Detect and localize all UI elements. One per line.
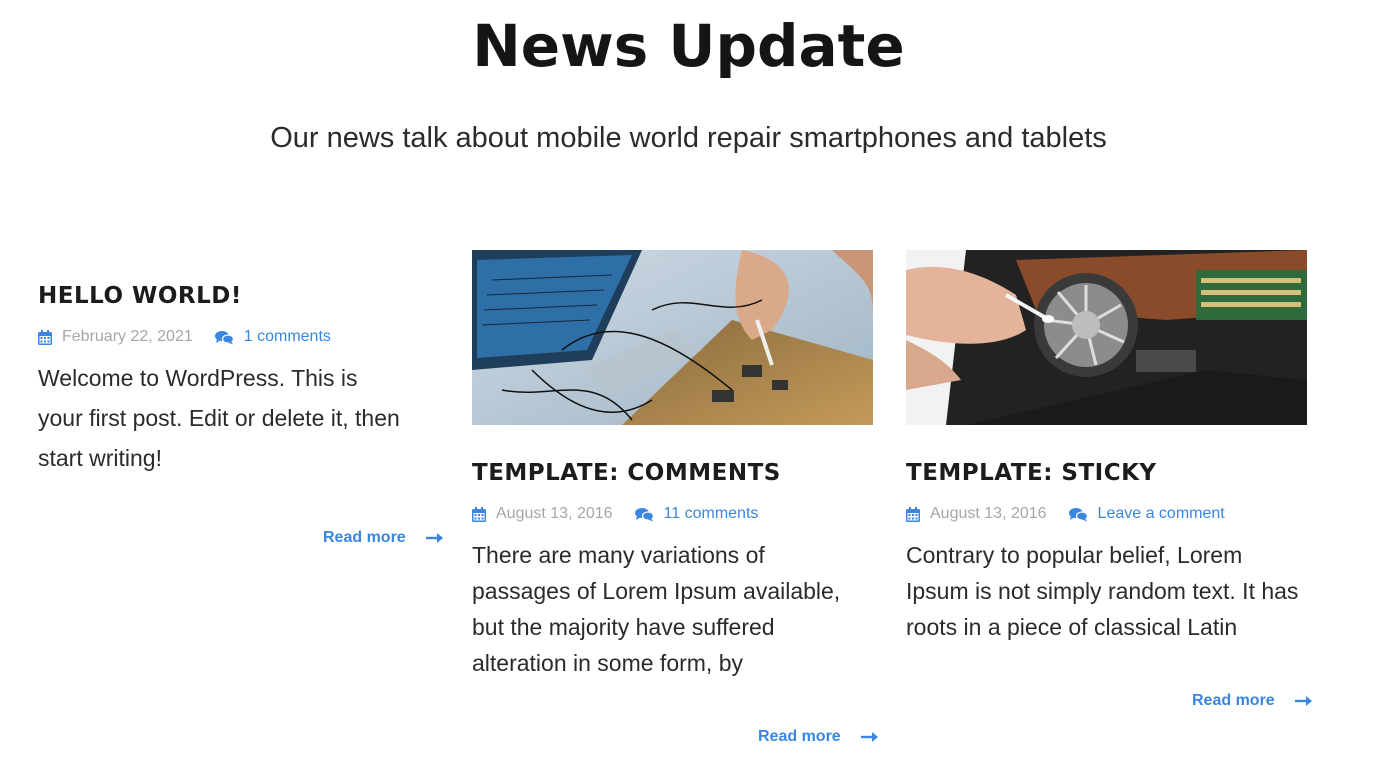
read-more-label: Read more [323,529,406,546]
post-meta: August 13, 2016 11 comments [472,503,873,525]
post-date: August 13, 2016 [496,505,613,522]
post-excerpt: Welcome to WordPress. This is your first… [38,365,400,471]
page-subtitle: Our news talk about mobile world repair … [270,122,1107,154]
post-meta: February 22, 2021 1 comments [38,326,418,348]
read-more-label: Read more [758,728,841,745]
post-thumbnail-image[interactable] [472,250,873,425]
read-more-link[interactable]: Read more [758,728,879,746]
post-date: February 22, 2021 [62,328,193,345]
post-date: August 13, 2016 [930,505,1047,522]
comments-icon [634,507,654,521]
post-excerpt: Contrary to popular belief, Lorem Ipsum … [906,542,1299,640]
read-more-link[interactable]: Read more [323,529,444,547]
arrow-right-icon [1294,696,1312,706]
calendar-icon [38,329,52,345]
post-card-hello-world: HELLO WORLD! February 22, 2021 1 comment… [38,281,418,478]
read-more-link[interactable]: Read more [1192,692,1313,710]
post-card-template-comments: TEMPLATE: COMMENTS August 13, 2016 11 co… [472,250,873,681]
post-title[interactable]: HELLO WORLD! [38,281,418,311]
page-title: News Update [472,12,905,80]
calendar-icon [472,506,486,522]
comments-link[interactable]: Leave a comment [1098,503,1225,525]
arrow-right-icon [425,533,443,543]
comments-icon [1068,507,1088,521]
post-title[interactable]: TEMPLATE: COMMENTS [472,458,873,488]
comments-icon [214,330,234,344]
post-thumbnail-image[interactable] [906,250,1307,425]
post-card-template-sticky: TEMPLATE: STICKY August 13, 2016 Leave a… [906,250,1307,645]
arrow-right-icon [860,732,878,742]
comments-link[interactable]: 11 comments [664,503,759,525]
comments-link[interactable]: 1 comments [244,326,331,348]
post-title[interactable]: TEMPLATE: STICKY [906,458,1307,488]
calendar-icon [906,506,920,522]
read-more-label: Read more [1192,692,1275,709]
post-excerpt: There are many variations of passages of… [472,542,841,676]
post-meta: August 13, 2016 Leave a comment [906,503,1307,525]
